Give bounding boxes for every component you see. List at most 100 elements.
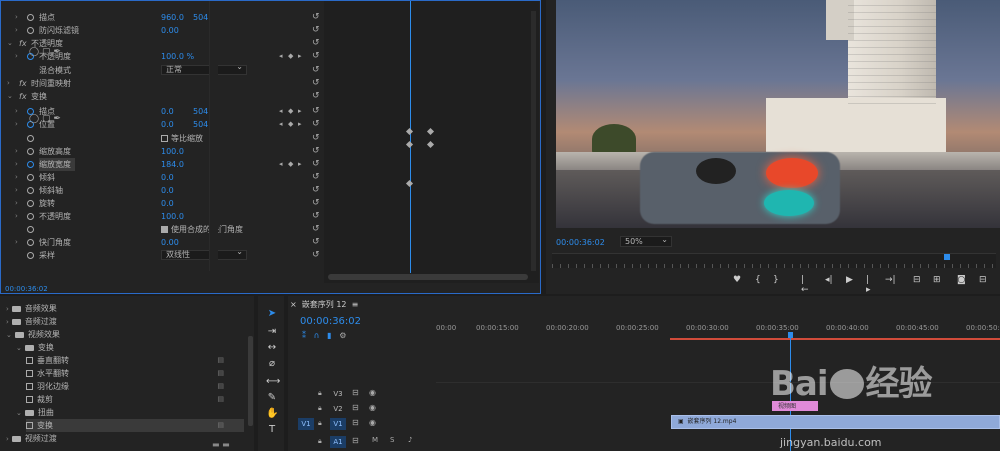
- keyframe[interactable]: [405, 179, 414, 188]
- value-1[interactable]: 0.00: [161, 236, 179, 249]
- selection-tool-icon[interactable]: ➤: [266, 308, 278, 320]
- reset-icon[interactable]: ↺: [312, 171, 320, 184]
- keyframe-scrollbar[interactable]: [328, 274, 528, 280]
- effect-row[interactable]: › 旋转 0.0 ↺: [1, 197, 323, 210]
- keyframe[interactable]: [426, 140, 435, 149]
- eye-icon[interactable]: ◉: [369, 403, 376, 412]
- effects-tree-item[interactable]: ⌄ 变换: [16, 341, 244, 354]
- effects-tree-item[interactable]: 羽化边缘 ▤: [26, 380, 244, 393]
- snap-icon[interactable]: ⁑: [302, 331, 306, 340]
- ec-scrollbar[interactable]: [531, 11, 536, 271]
- program-playhead[interactable]: [944, 254, 950, 260]
- effect-row[interactable]: › fx 时间重映射 ↺: [1, 77, 323, 90]
- prev-keyframe-icon[interactable]: ◂: [279, 50, 283, 63]
- next-keyframe-icon[interactable]: ▸: [298, 105, 302, 118]
- chevron-icon[interactable]: ›: [6, 435, 9, 443]
- extract-icon[interactable]: ⊞: [933, 275, 941, 285]
- effect-row[interactable]: › 缩放宽度 184.0 ◂ ◆ ▸ ↺: [1, 158, 323, 171]
- rect-mask-icon[interactable]: ▢: [42, 114, 51, 124]
- mark-in-icon[interactable]: {: [755, 275, 761, 285]
- value-1[interactable]: 100.0 %: [161, 50, 194, 63]
- linked-selection-icon[interactable]: ∩: [314, 331, 320, 340]
- reset-icon[interactable]: ↺: [312, 118, 320, 131]
- add-keyframe-icon[interactable]: ◆: [288, 105, 293, 118]
- stopwatch-icon[interactable]: [27, 187, 34, 194]
- expand-icon[interactable]: ⌄: [7, 90, 13, 103]
- effect-row[interactable]: 等比缩放 ↺: [1, 132, 323, 145]
- reset-icon[interactable]: ↺: [312, 105, 320, 118]
- track-target[interactable]: A1: [330, 436, 346, 448]
- add-keyframe-icon[interactable]: ◆: [288, 50, 293, 63]
- lock-icon[interactable]: 🔒︎: [318, 389, 322, 398]
- next-keyframe-icon[interactable]: ▸: [298, 50, 302, 63]
- chevron-icon[interactable]: ⌄: [16, 344, 22, 352]
- effect-row[interactable]: › 描点 960.0 504.0 ↺: [1, 11, 323, 24]
- value-1[interactable]: 0.0: [161, 105, 174, 118]
- effects-scrollbar[interactable]: [248, 336, 253, 426]
- expand-icon[interactable]: ›: [15, 171, 18, 184]
- expand-icon[interactable]: ›: [15, 118, 18, 131]
- program-time-ruler[interactable]: [552, 253, 996, 268]
- expand-icon[interactable]: ›: [15, 50, 18, 63]
- expand-icon[interactable]: ›: [15, 145, 18, 158]
- stopwatch-icon[interactable]: [27, 200, 34, 207]
- expand-icon[interactable]: ⌄: [7, 37, 13, 50]
- pen-mask-icon[interactable]: ✒: [53, 114, 61, 124]
- effect-row[interactable]: › 快门角度 0.00 ↺: [1, 236, 323, 249]
- reset-icon[interactable]: ↺: [312, 132, 320, 145]
- reset-icon[interactable]: ↺: [312, 145, 320, 158]
- effects-tree-item[interactable]: 水平翻转 ▤: [26, 367, 244, 380]
- effects-tree-item[interactable]: 垂直翻转 ▤: [26, 354, 244, 367]
- effect-row[interactable]: › 不透明度 100.0 ↺: [1, 210, 323, 223]
- reset-icon[interactable]: ↺: [312, 24, 320, 37]
- effects-tree-item[interactable]: ⌄ 扭曲: [16, 406, 244, 419]
- effects-tree-item[interactable]: › 音频过渡: [6, 315, 244, 328]
- value-1[interactable]: 100.0: [161, 145, 184, 158]
- expand-icon[interactable]: ›: [15, 158, 18, 171]
- lock-icon[interactable]: 🔒︎: [318, 419, 322, 428]
- effects-tree-item[interactable]: ⌄ 视频效果: [6, 328, 244, 341]
- checkbox[interactable]: [161, 135, 168, 142]
- prev-keyframe-icon[interactable]: ◂: [279, 105, 283, 118]
- expand-icon[interactable]: ›: [15, 210, 18, 223]
- camera-icon[interactable]: ◙: [957, 275, 966, 285]
- track-target[interactable]: V3: [330, 388, 346, 400]
- video-clip[interactable]: ▣ 嵌套序列 12.mp4: [671, 415, 1000, 429]
- stopwatch-icon[interactable]: [27, 161, 34, 168]
- effect-row[interactable]: ⌄ fx 变换 ↺: [1, 90, 323, 103]
- source-v-patch[interactable]: V1: [298, 418, 314, 430]
- reset-icon[interactable]: ↺: [312, 223, 320, 236]
- expand-icon[interactable]: ›: [15, 11, 18, 24]
- dropdown[interactable]: 正常: [161, 63, 247, 75]
- slip-tool-icon[interactable]: ⟷: [266, 376, 280, 388]
- sync-lock-icon[interactable]: ⊟: [352, 388, 359, 397]
- reset-icon[interactable]: ↺: [312, 90, 320, 103]
- reset-icon[interactable]: ↺: [312, 158, 320, 171]
- prev-keyframe-icon[interactable]: ◂: [279, 158, 283, 171]
- effect-row[interactable]: › 防闪烁滤镜 0.00 ↺: [1, 24, 323, 37]
- solo-icon[interactable]: S: [390, 436, 394, 444]
- mark-out-icon[interactable]: }: [773, 275, 779, 285]
- keyframe[interactable]: [405, 127, 414, 136]
- mic-icon[interactable]: ♪: [408, 436, 412, 444]
- reset-icon[interactable]: ↺: [312, 50, 320, 63]
- lift-icon[interactable]: ⊟: [913, 275, 921, 285]
- stopwatch-icon[interactable]: [27, 213, 34, 220]
- stopwatch-icon[interactable]: [27, 27, 34, 34]
- effects-tree-item[interactable]: › 音频效果: [6, 302, 244, 315]
- play-icon[interactable]: ▶: [846, 275, 853, 285]
- effect-keyframe-timeline[interactable]: [324, 1, 539, 283]
- track-select-tool-icon[interactable]: ⇥: [266, 326, 278, 338]
- reset-icon[interactable]: ↺: [312, 11, 320, 24]
- stopwatch-icon[interactable]: [27, 148, 34, 155]
- timeline-tab[interactable]: × 嵌套序列 12 ≡: [290, 299, 358, 310]
- expand-icon[interactable]: ›: [15, 105, 18, 118]
- effect-row[interactable]: 混合模式 正常 ↺: [1, 63, 323, 77]
- value-1[interactable]: 960.0: [161, 11, 184, 24]
- expand-icon[interactable]: ›: [15, 184, 18, 197]
- marker-icon[interactable]: ♥: [733, 275, 741, 285]
- ellipse-mask-icon[interactable]: ◯: [29, 114, 39, 124]
- value-1[interactable]: 184.0: [161, 158, 184, 171]
- effect-row[interactable]: 采样 双线性 ↺: [1, 248, 323, 262]
- expand-icon[interactable]: ›: [15, 236, 18, 249]
